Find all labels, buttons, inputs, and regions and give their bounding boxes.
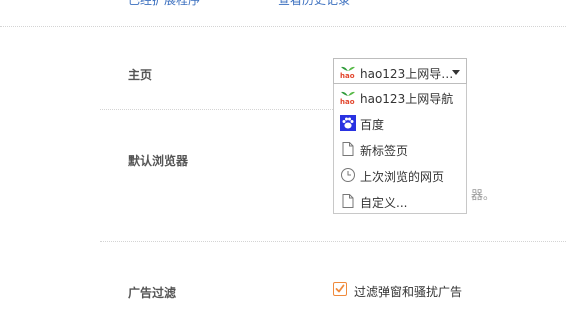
svg-text:hao: hao (340, 72, 355, 79)
homepage-label: 主页 (128, 68, 153, 82)
hao123-icon: hao (340, 89, 356, 106)
option-new-tab[interactable]: 新标签页 (334, 136, 466, 162)
divider (0, 26, 566, 27)
homepage-dropdown: hao hao123上网导航 百度 新标签页 上次浏览的网页 自定义... (333, 84, 467, 214)
clock-icon (340, 167, 356, 183)
selected-value: hao123上网导… (360, 67, 454, 81)
option-label: hao123上网导航 (360, 92, 454, 106)
option-hao123[interactable]: hao hao123上网导航 (334, 84, 466, 110)
default-browser-label: 默认浏览器 (128, 154, 189, 168)
divider (100, 241, 566, 242)
ad-filter-checkbox-label[interactable]: 过滤弹窗和骚扰广告 (354, 283, 462, 300)
option-label: 百度 (360, 118, 385, 132)
option-label: 自定义... (360, 196, 408, 210)
homepage-select[interactable]: hao hao123上网导… (333, 58, 467, 84)
history-link[interactable]: 查看历史记录 (278, 0, 350, 8)
checkmark-icon (335, 284, 345, 293)
option-last-session[interactable]: 上次浏览的网页 (334, 162, 466, 188)
top-links: 已经扩展程序 查看历史记录 (0, 0, 566, 11)
svg-text:hao: hao (340, 98, 355, 105)
baidu-paw-icon (340, 115, 356, 131)
extensions-link[interactable]: 已经扩展程序 (128, 0, 200, 8)
option-label: 新标签页 (360, 144, 409, 158)
chevron-down-icon[interactable] (452, 70, 460, 75)
divider (100, 109, 333, 110)
option-baidu[interactable]: 百度 (334, 110, 466, 136)
page-icon (340, 193, 356, 209)
page-icon (340, 141, 356, 157)
hao123-icon: hao (340, 65, 356, 82)
ad-filter-checkbox[interactable] (333, 282, 347, 296)
default-browser-hint: 器。 (471, 188, 496, 202)
option-label: 上次浏览的网页 (360, 170, 445, 184)
option-custom[interactable]: 自定义... (334, 188, 466, 214)
ad-filter-label: 广告过滤 (128, 286, 177, 300)
